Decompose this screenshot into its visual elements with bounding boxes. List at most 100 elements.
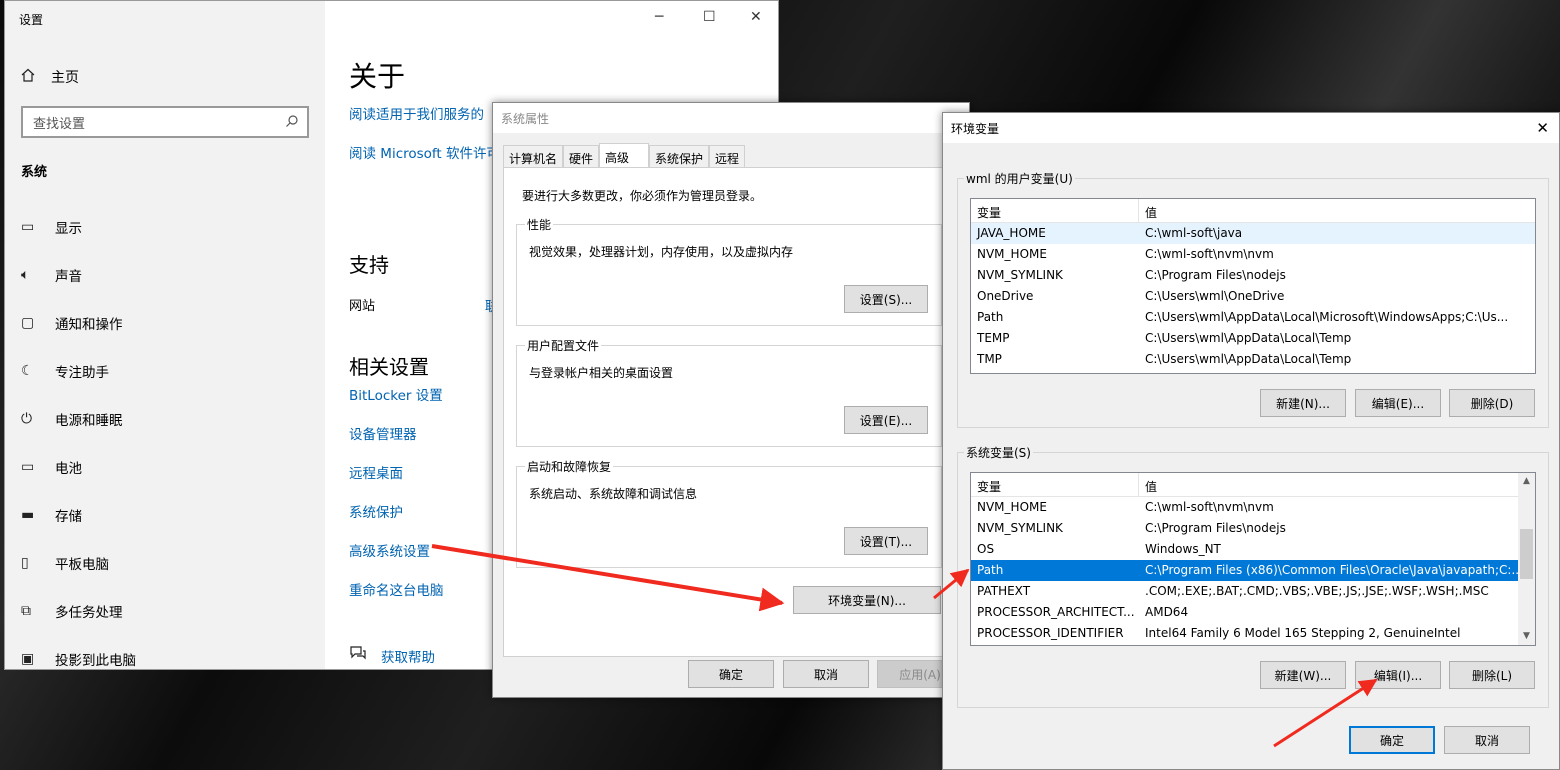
nav-item-tablet[interactable]: ▯ 平板电脑: [5, 539, 325, 587]
table-row[interactable]: TEMP C:\Users\wml\AppData\Local\Temp: [971, 328, 1535, 349]
nav-item-storage[interactable]: ▬ 存储: [5, 491, 325, 539]
column-header-value[interactable]: 值: [1139, 199, 1163, 222]
var-value: C:\Program Files\nodejs: [1145, 268, 1286, 282]
link-bitlocker[interactable]: BitLocker 设置: [349, 384, 443, 404]
ok-button[interactable]: 确定: [688, 660, 774, 688]
table-row[interactable]: NVM_SYMLINK C:\Program Files\nodejs: [971, 518, 1518, 539]
section-system: 系统: [21, 165, 48, 180]
cancel-button[interactable]: 取消: [1444, 726, 1530, 754]
column-header-variable[interactable]: 变量: [971, 199, 1139, 222]
list-header: 变量 值: [971, 473, 1518, 497]
table-row[interactable]: NVM_HOME C:\wml-soft\nvm\nvm: [971, 244, 1535, 265]
tab-panel-advanced: 要进行大多数更改，你必须作为管理员登录。 性能 视觉效果，处理器计划，内存使用，…: [503, 167, 959, 657]
var-value: C:\Users\wml\AppData\Local\Temp: [1145, 331, 1352, 345]
column-header-variable[interactable]: 变量: [971, 473, 1139, 496]
performance-settings-button[interactable]: 设置(S)...: [844, 285, 928, 313]
table-row[interactable]: PROCESSOR_ARCHITECT... AMD64: [971, 602, 1518, 623]
var-value: C:\Users\wml\OneDrive: [1145, 289, 1285, 303]
system-variables-frame: 系统变量(S) 变量 值 NVM_HOME C:\wml-soft\nvm\nvm…: [957, 444, 1549, 708]
table-row[interactable]: JAVA_HOME C:\wml-soft\java: [971, 223, 1535, 244]
maximize-icon[interactable]: ☐: [703, 9, 716, 25]
group-label: 用户配置文件: [525, 337, 602, 354]
group-label: 启动和故障恢复: [525, 458, 614, 475]
search-placeholder: 查找设置: [33, 117, 86, 132]
storage-icon: ▬: [21, 507, 35, 523]
environment-variables-button[interactable]: 环境变量(N)...: [793, 586, 941, 614]
user-profiles-settings-button[interactable]: 设置(E)...: [844, 406, 928, 434]
website-label: 网站: [349, 299, 376, 314]
nav-item-multitasking[interactable]: ⧉ 多任务处理: [5, 587, 325, 635]
search-input[interactable]: 查找设置: [21, 106, 309, 138]
group-user-profiles: 用户配置文件 与登录帐户相关的桌面设置 设置(E)...: [516, 337, 942, 447]
link-services-agreement[interactable]: 阅读适用于我们服务的: [349, 103, 484, 123]
scroll-up-icon[interactable]: ▲: [1518, 473, 1535, 490]
table-row-selected[interactable]: Path C:\Program Files (x86)\Common Files\…: [971, 560, 1518, 581]
ok-button[interactable]: 确定: [1349, 726, 1435, 754]
var-name: JAVA_HOME: [977, 226, 1046, 240]
tab-advanced[interactable]: 高级: [599, 143, 650, 168]
tab-computer-name[interactable]: 计算机名: [503, 145, 564, 167]
nav-item-focus-assist[interactable]: ☾ 专注助手: [5, 347, 325, 395]
link-device-manager[interactable]: 设备管理器: [349, 423, 417, 443]
link-get-help[interactable]: 获取帮助: [381, 646, 435, 666]
column-header-value[interactable]: 值: [1139, 473, 1163, 496]
close-icon[interactable]: ✕: [1536, 119, 1549, 137]
nav-item-power-sleep[interactable]: ⏻ 电源和睡眠: [5, 395, 325, 443]
nav-item-sound[interactable]: 🔈︎ 声音: [5, 251, 325, 299]
link-system-protection[interactable]: 系统保护: [349, 501, 403, 521]
dialog-title: 环境变量: [951, 122, 1000, 136]
settings-nav: ▭ 显示 🔈︎ 声音 ▢ 通知和操作 ☾ 专注助手 ⏻ 电源和睡眠 ▭ 电池 ▬ 存储 ▯ 平板…: [5, 203, 325, 669]
var-name: PROCESSOR_IDENTIFIER: [977, 626, 1124, 640]
dialog-title: 系统属性: [501, 112, 550, 126]
search-icon: [285, 114, 299, 132]
nav-home[interactable]: 主页: [21, 67, 79, 87]
table-row[interactable]: NVM_HOME C:\wml-soft\nvm\nvm: [971, 497, 1518, 518]
system-variables-list[interactable]: 变量 值 NVM_HOME C:\wml-soft\nvm\nvm NVM_SYM…: [970, 472, 1536, 646]
nav-item-notifications[interactable]: ▢ 通知和操作: [5, 299, 325, 347]
tab-system-protection[interactable]: 系统保护: [649, 145, 710, 167]
cancel-button[interactable]: 取消: [783, 660, 869, 688]
nav-item-label: 声音: [55, 269, 82, 285]
system-edit-button[interactable]: 编辑(I)...: [1355, 661, 1441, 689]
user-edit-button[interactable]: 编辑(E)...: [1355, 389, 1441, 417]
nav-item-battery[interactable]: ▭ 电池: [5, 443, 325, 491]
link-rename-pc[interactable]: 重命名这台电脑: [349, 579, 444, 599]
var-name: NVM_SYMLINK: [977, 521, 1063, 535]
vertical-scrollbar[interactable]: ▲ ▼: [1518, 473, 1535, 645]
minimize-icon[interactable]: ─: [655, 9, 663, 25]
system-variables-label: 系统变量(S): [964, 444, 1033, 461]
window-title: 设置: [19, 13, 44, 27]
var-name: NVM_HOME: [977, 247, 1047, 261]
nav-item-display[interactable]: ▭ 显示: [5, 203, 325, 251]
table-row[interactable]: OneDrive C:\Users\wml\OneDrive: [971, 286, 1535, 307]
link-advanced-system-settings[interactable]: 高级系统设置: [349, 540, 430, 560]
system-delete-button[interactable]: 删除(L): [1449, 661, 1535, 689]
table-row[interactable]: PATHEXT .COM;.EXE;.BAT;.CMD;.VBS;.VBE;.JS…: [971, 581, 1518, 602]
user-variables-frame: wml 的用户变量(U) 变量 值 JAVA_HOME C:\wml-soft\j…: [957, 170, 1549, 428]
scrollbar-thumb[interactable]: [1520, 529, 1533, 579]
var-value: AMD64: [1145, 605, 1189, 619]
var-value: C:\wml-soft\nvm\nvm: [1145, 247, 1274, 261]
user-new-button[interactable]: 新建(N)...: [1260, 389, 1346, 417]
system-new-button[interactable]: 新建(W)...: [1260, 661, 1346, 689]
nav-item-project[interactable]: ▣ 投影到此电脑: [5, 635, 325, 669]
table-row[interactable]: TMP C:\Users\wml\AppData\Local\Temp: [971, 349, 1535, 370]
table-row[interactable]: NVM_SYMLINK C:\Program Files\nodejs: [971, 265, 1535, 286]
table-row[interactable]: Path C:\Users\wml\AppData\Local\Microsoft…: [971, 307, 1535, 328]
group-description: 系统启动、系统故障和调试信息: [529, 487, 698, 501]
var-name: OS: [977, 542, 995, 556]
related-settings-heading: 相关设置: [349, 355, 429, 379]
link-remote-desktop[interactable]: 远程桌面: [349, 462, 403, 482]
startup-recovery-settings-button[interactable]: 设置(T)...: [844, 527, 928, 555]
close-icon[interactable]: ✕: [750, 9, 762, 25]
user-delete-button[interactable]: 删除(D): [1449, 389, 1535, 417]
tab-remote[interactable]: 远程: [709, 145, 746, 167]
dialog-titlebar: 环境变量 ✕: [943, 113, 1559, 143]
link-software-license[interactable]: 阅读 Microsoft 软件许可: [349, 142, 500, 162]
scroll-down-icon[interactable]: ▼: [1518, 628, 1535, 645]
tab-hardware[interactable]: 硬件: [563, 145, 600, 167]
table-row[interactable]: PROCESSOR_IDENTIFIER Intel64 Family 6 Mod…: [971, 623, 1518, 644]
settings-sidebar: 设置 主页 查找设置 系统 ▭ 显示 🔈︎ 声音 ▢ 通知和操作 ☾ 专注助手 ⏻ 电源和…: [5, 1, 325, 669]
table-row[interactable]: OS Windows_NT: [971, 539, 1518, 560]
user-variables-list[interactable]: 变量 值 JAVA_HOME C:\wml-soft\java NVM_HOME C…: [970, 198, 1536, 374]
